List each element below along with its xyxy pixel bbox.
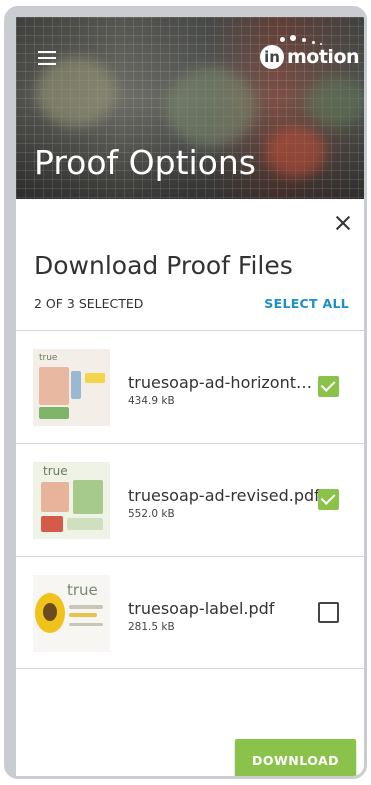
logo-initial: in — [260, 45, 284, 69]
file-item[interactable]: true truesoap-ad-revised.pdf 552.0 kB — [16, 443, 364, 556]
thumbnail-photo — [73, 480, 103, 514]
thumbnail-fruit — [41, 516, 63, 532]
file-name[interactable]: truesoap-ad-revised.pdf — [128, 486, 320, 505]
thumbnail-text-line — [69, 605, 103, 609]
selection-count: 2 OF 3 SELECTED — [34, 296, 144, 311]
device-frame: in motion Proof Options Download Proof F… — [4, 6, 367, 779]
thumbnail-text-line — [69, 613, 97, 617]
inmotion-logo: in motion — [260, 33, 360, 73]
banner-bg-shape — [306, 77, 364, 127]
file-size: 281.5 kB — [128, 621, 175, 633]
file-item[interactable]: true truesoap-label.pdf 281.5 kB — [16, 556, 364, 669]
file-size: 434.9 kB — [128, 395, 175, 407]
select-all-button[interactable]: SELECT ALL — [264, 296, 349, 311]
thumbnail-photo — [39, 367, 69, 405]
thumbnail-photo — [41, 482, 69, 512]
menu-icon[interactable] — [38, 51, 56, 65]
checkbox-unchecked-icon[interactable] — [318, 602, 339, 623]
thumbnail-sunflower-center — [43, 603, 57, 621]
file-size: 552.0 kB — [128, 508, 175, 520]
checkbox-checked-icon[interactable] — [318, 489, 339, 510]
close-icon[interactable] — [333, 213, 353, 233]
app-screen: in motion Proof Options Download Proof F… — [16, 17, 364, 776]
banner-bg-shape — [166, 67, 256, 147]
file-name[interactable]: truesoap-label.pdf — [128, 599, 320, 618]
thumbnail-banner — [85, 373, 105, 383]
page-title: Proof Options — [34, 143, 256, 182]
file-thumbnail: true — [33, 462, 110, 539]
file-list: true truesoap-ad-horizontal.pdf 434.9 kB… — [16, 330, 364, 669]
checkbox-checked-icon[interactable] — [318, 376, 339, 397]
file-thumbnail: true — [33, 349, 110, 426]
file-thumbnail: true — [33, 575, 110, 652]
download-button[interactable]: DOWNLOAD — [235, 739, 356, 776]
thumbnail-greens — [39, 407, 69, 419]
dialog-title: Download Proof Files — [34, 251, 293, 280]
banner-bg-shape — [36, 57, 116, 127]
logo-text: motion — [287, 46, 360, 68]
thumbnail-bottle — [71, 371, 81, 399]
file-item[interactable]: true truesoap-ad-horizontal.pdf 434.9 kB — [16, 330, 364, 443]
thumbnail-text-line — [69, 623, 103, 626]
thumbnail-text-block — [67, 518, 103, 530]
file-name[interactable]: truesoap-ad-horizontal.pdf — [128, 373, 320, 392]
header-banner: in motion Proof Options — [16, 17, 364, 199]
banner-bg-shape — [266, 127, 326, 177]
